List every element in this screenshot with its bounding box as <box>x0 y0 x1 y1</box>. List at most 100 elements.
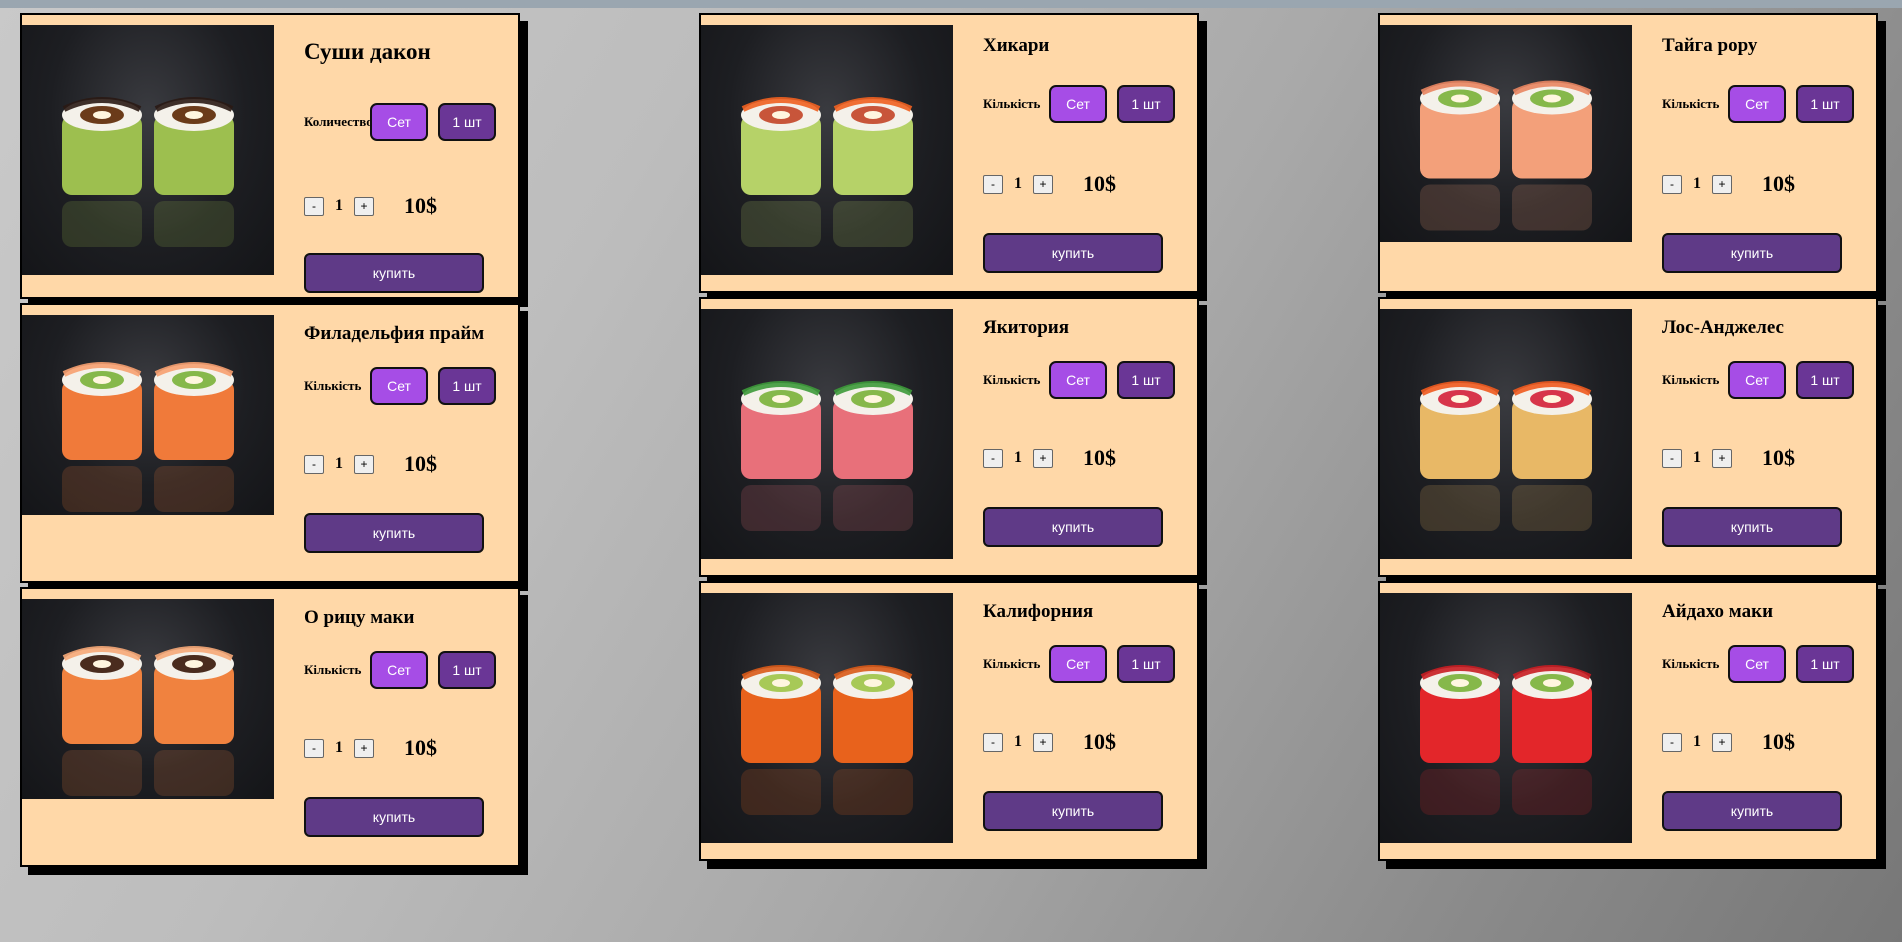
set-option-button[interactable]: Сет <box>370 367 428 405</box>
set-option-button[interactable]: Сет <box>370 103 428 141</box>
product-card: Хикари Кількість Сет 1 шт - 1 + 10$ купи… <box>699 13 1199 293</box>
set-option-button[interactable]: Сет <box>1049 645 1107 683</box>
decrement-button[interactable]: - <box>1662 732 1682 752</box>
product-price: 10$ <box>1762 171 1795 196</box>
quantity-stepper: - 1 + 10$ <box>1662 729 1795 755</box>
set-option-button[interactable]: Сет <box>1049 85 1107 123</box>
product-name: Суши дакон <box>304 39 431 64</box>
set-option-button[interactable]: Сет <box>1728 361 1786 399</box>
product-card: О рицу маки Кількість Сет 1 шт - 1 + 10$… <box>20 587 520 867</box>
piece-option-button[interactable]: 1 шт <box>1796 645 1854 683</box>
product-column: Хикари Кількість Сет 1 шт - 1 + 10$ купи… <box>699 13 1203 865</box>
product-card: Якитория Кількість Сет 1 шт - 1 + 10$ ку… <box>699 297 1199 577</box>
product-name: Тайга рору <box>1662 35 1758 56</box>
product-price: 10$ <box>1083 171 1116 196</box>
product-price: 10$ <box>1083 729 1116 754</box>
product-card: Филадельфия прайм Кількість Сет 1 шт - 1… <box>20 303 520 583</box>
quantity-label: Количество <box>304 114 373 129</box>
buy-button[interactable]: купить <box>1662 791 1842 831</box>
buy-button[interactable]: купить <box>304 797 484 837</box>
product-image <box>22 315 274 515</box>
piece-option-button[interactable]: 1 шт <box>1796 85 1854 123</box>
quantity-value: 1 <box>1693 449 1701 466</box>
quantity-value: 1 <box>1014 449 1022 466</box>
product-column: Тайга рору Кількість Сет 1 шт - 1 + 10$ … <box>1378 13 1882 865</box>
product-price: 10$ <box>1083 445 1116 470</box>
increment-button[interactable]: + <box>354 454 374 474</box>
decrement-button[interactable]: - <box>983 448 1003 468</box>
decrement-button[interactable]: - <box>304 196 324 216</box>
set-option-button[interactable]: Сет <box>1049 361 1107 399</box>
quantity-stepper: - 1 + 10$ <box>983 445 1116 471</box>
quantity-stepper: - 1 + 10$ <box>304 193 437 219</box>
decrement-button[interactable]: - <box>304 738 324 758</box>
product-name: Калифорния <box>983 601 1094 622</box>
product-name: Айдахо маки <box>1662 601 1774 622</box>
decrement-button[interactable]: - <box>983 732 1003 752</box>
product-name: Якитория <box>983 317 1069 338</box>
quantity-value: 1 <box>335 455 343 472</box>
quantity-stepper: - 1 + 10$ <box>304 735 437 761</box>
product-info: О рицу маки Кількість Сет 1 шт - 1 + 10$… <box>304 589 514 865</box>
buy-button[interactable]: купить <box>983 233 1163 273</box>
product-column: Суши дакон Количество Сет 1 шт - 1 + 10$… <box>20 13 524 871</box>
quantity-value: 1 <box>1693 733 1701 750</box>
quantity-value: 1 <box>1693 175 1701 192</box>
quantity-stepper: - 1 + 10$ <box>304 451 437 477</box>
set-option-button[interactable]: Сет <box>370 651 428 689</box>
product-image <box>1380 25 1632 242</box>
increment-button[interactable]: + <box>1033 448 1053 468</box>
decrement-button[interactable]: - <box>304 454 324 474</box>
quantity-stepper: - 1 + 10$ <box>1662 445 1795 471</box>
buy-button[interactable]: купить <box>983 507 1163 547</box>
product-image <box>701 25 953 275</box>
quantity-label: Кількість <box>304 662 362 677</box>
buy-button[interactable]: купить <box>983 791 1163 831</box>
product-name: Лос-Анджелес <box>1662 317 1784 338</box>
increment-button[interactable]: + <box>1033 732 1053 752</box>
quantity-options: Кількість Сет 1 шт <box>983 85 1175 123</box>
piece-option-button[interactable]: 1 шт <box>1117 85 1175 123</box>
decrement-button[interactable]: - <box>983 174 1003 194</box>
product-price: 10$ <box>404 735 437 760</box>
decrement-button[interactable]: - <box>1662 448 1682 468</box>
increment-button[interactable]: + <box>354 738 374 758</box>
decrement-button[interactable]: - <box>1662 174 1682 194</box>
piece-option-button[interactable]: 1 шт <box>1117 645 1175 683</box>
set-option-button[interactable]: Сет <box>1728 85 1786 123</box>
product-info: Айдахо маки Кількість Сет 1 шт - 1 + 10$… <box>1662 583 1872 859</box>
buy-button[interactable]: купить <box>1662 507 1842 547</box>
product-name: Филадельфия прайм <box>304 323 485 344</box>
piece-option-button[interactable]: 1 шт <box>1117 361 1175 399</box>
quantity-label: Кількість <box>983 96 1041 111</box>
set-option-button[interactable]: Сет <box>1728 645 1786 683</box>
piece-option-button[interactable]: 1 шт <box>438 651 496 689</box>
buy-button[interactable]: купить <box>304 513 484 553</box>
piece-option-button[interactable]: 1 шт <box>438 367 496 405</box>
product-info: Лос-Анджелес Кількість Сет 1 шт - 1 + 10… <box>1662 299 1872 575</box>
quantity-value: 1 <box>1014 733 1022 750</box>
increment-button[interactable]: + <box>354 196 374 216</box>
product-info: Тайга рору Кількість Сет 1 шт - 1 + 10$ … <box>1662 15 1872 291</box>
increment-button[interactable]: + <box>1712 174 1732 194</box>
buy-button[interactable]: купить <box>304 253 484 293</box>
piece-option-button[interactable]: 1 шт <box>438 103 496 141</box>
product-info: Суши дакон Количество Сет 1 шт - 1 + 10$… <box>304 15 514 297</box>
increment-button[interactable]: + <box>1712 732 1732 752</box>
increment-button[interactable]: + <box>1033 174 1053 194</box>
quantity-label: Кількість <box>1662 656 1720 671</box>
product-image <box>701 593 953 843</box>
quantity-label: Кількість <box>983 656 1041 671</box>
product-card: Тайга рору Кількість Сет 1 шт - 1 + 10$ … <box>1378 13 1878 293</box>
increment-button[interactable]: + <box>1712 448 1732 468</box>
product-name: О рицу маки <box>304 607 415 628</box>
quantity-options: Кількість Сет 1 шт <box>304 367 496 405</box>
product-info: Хикари Кількість Сет 1 шт - 1 + 10$ купи… <box>983 15 1193 291</box>
piece-option-button[interactable]: 1 шт <box>1796 361 1854 399</box>
product-price: 10$ <box>404 451 437 476</box>
product-image <box>22 25 274 275</box>
product-name: Хикари <box>983 35 1050 56</box>
quantity-value: 1 <box>335 197 343 214</box>
buy-button[interactable]: купить <box>1662 233 1842 273</box>
product-price: 10$ <box>1762 729 1795 754</box>
